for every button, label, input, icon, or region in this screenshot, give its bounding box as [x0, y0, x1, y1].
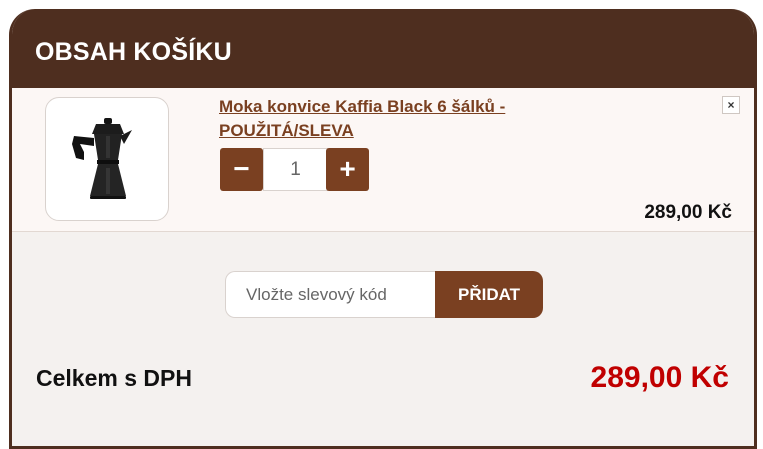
apply-coupon-button[interactable]: PŘIDAT — [435, 271, 543, 318]
moka-pot-icon — [72, 118, 132, 199]
cart-panel: OBSAH KOŠÍKU Moka konvice Kaffia Black 6… — [9, 9, 757, 449]
decrease-quantity-button[interactable]: − — [220, 148, 263, 191]
increase-quantity-button[interactable]: + — [326, 148, 369, 191]
product-image[interactable] — [45, 97, 169, 221]
total-label: Celkem s DPH — [36, 365, 192, 391]
quantity-stepper: − 1 + — [220, 148, 369, 191]
total-value: 289,00 Kč — [590, 361, 729, 394]
cart-title: OBSAH KOŠÍKU — [35, 38, 232, 66]
remove-item-button[interactable]: × — [722, 96, 740, 114]
cart-header: OBSAH KOŠÍKU — [12, 9, 754, 88]
coupon-code-input[interactable] — [225, 271, 437, 318]
cart-item: Moka konvice Kaffia Black 6 šálků - POUŽ… — [12, 88, 754, 232]
quantity-input[interactable]: 1 — [263, 148, 328, 191]
product-name-link[interactable]: Moka konvice Kaffia Black 6 šálků - POUŽ… — [219, 95, 569, 143]
item-price: 289,00 Kč — [644, 202, 732, 223]
coupon-form: PŘIDAT — [225, 271, 543, 318]
